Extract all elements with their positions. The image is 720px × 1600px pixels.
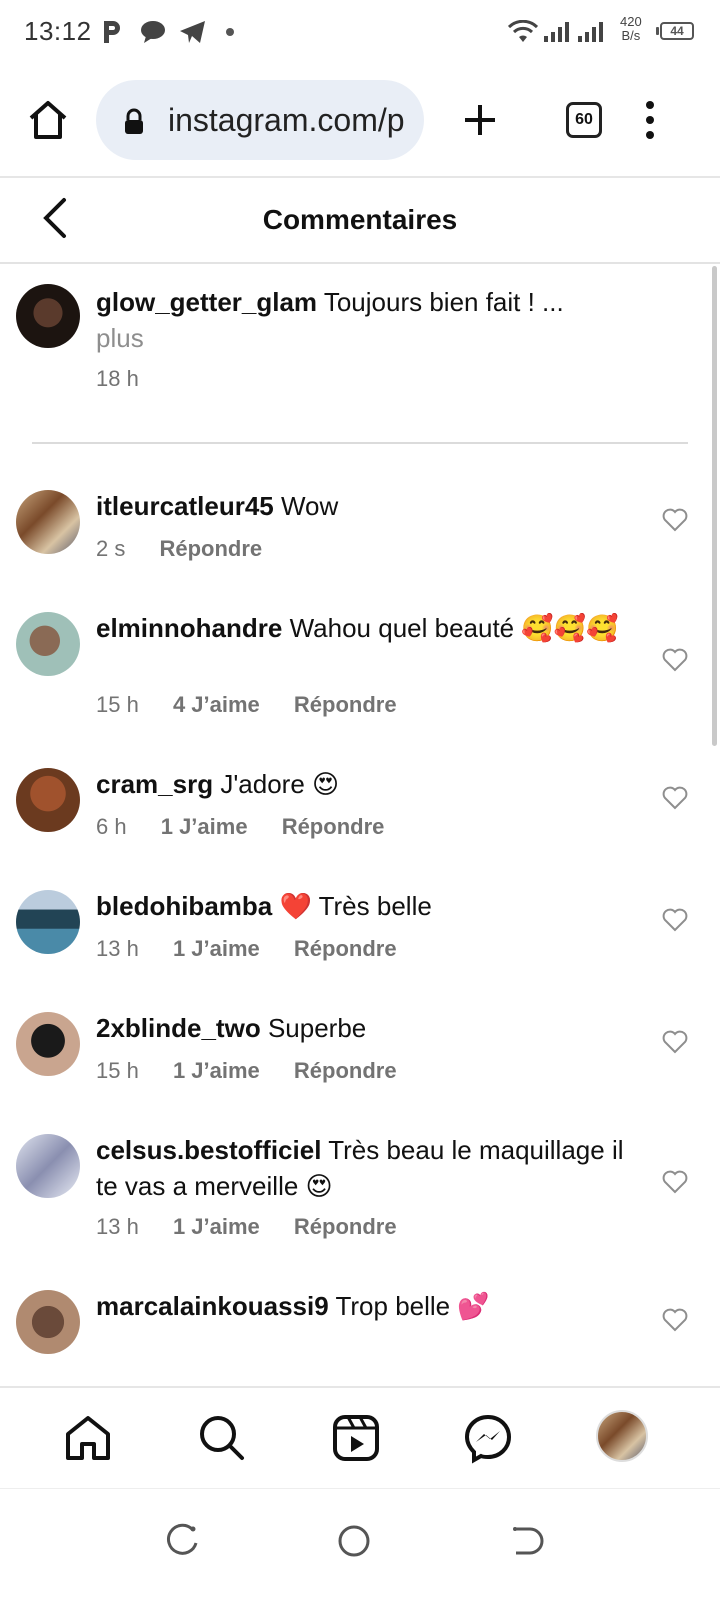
profile-avatar[interactable] [596,1410,648,1462]
avatar[interactable] [16,612,80,676]
username[interactable]: elminnohandre [96,613,282,643]
caption-text: Toujours bien fait ! ... [323,287,564,317]
like-count[interactable]: 1 J’aime [173,1214,260,1240]
username[interactable]: bledohibamba [96,891,272,921]
timestamp: 18 h [96,366,139,391]
comment-text: ❤️ Très belle [279,891,432,921]
scrollbar[interactable] [712,266,717,746]
comments-list[interactable]: glow_getter_glam Toujours bien fait ! ..… [0,266,720,1356]
timestamp: 13 h [96,936,139,961]
reply-button[interactable]: Répondre [294,936,397,962]
chat-icon [141,21,165,43]
home-button-icon[interactable] [334,1521,374,1561]
timestamp: 15 h [96,1058,139,1083]
comment-text: Trop belle 💕 [335,1291,490,1321]
timestamp: 6 h [96,814,127,839]
avatar[interactable] [16,890,80,954]
net-speed-unit: B/s [621,28,641,43]
telegram-icon [180,21,205,43]
username[interactable]: marcalainkouassi9 [96,1291,329,1321]
tab-switcher-button[interactable]: 60 [566,102,602,138]
avatar[interactable] [16,284,80,348]
dot-icon [226,28,234,36]
comment-text: Wahou quel beauté 🥰🥰🥰 [289,613,619,643]
signal-icon [544,22,569,42]
system-navigation [0,1488,720,1600]
back-button-icon[interactable] [506,1521,546,1561]
battery-icon: 44 [656,22,694,40]
wifi-icon [508,20,538,42]
avatar[interactable] [16,1290,80,1354]
like-count[interactable]: 1 J’aime [173,1058,260,1084]
comment-text: J'adore 😍 [220,769,340,799]
like-count[interactable]: 1 J’aime [161,814,248,840]
username[interactable]: celsus.bestofficiel [96,1135,321,1165]
username[interactable]: cram_srg [96,769,213,799]
reply-button[interactable]: Répondre [282,814,385,840]
avatar[interactable] [16,768,80,832]
avatar[interactable] [16,1134,80,1198]
browser-toolbar: instagram.com/p 60 [0,70,720,176]
username[interactable]: 2xblinde_two [96,1013,261,1043]
page-title: Commentaires [262,204,458,235]
clock: 13:12 [24,16,92,46]
avatar[interactable] [16,1012,80,1076]
heart-icon[interactable] [662,1030,688,1054]
timestamp: 2 s [96,536,126,561]
reply-button[interactable]: Répondre [294,1058,397,1084]
divider [32,442,688,444]
reels-icon[interactable] [330,1412,382,1464]
kebab-menu-icon[interactable] [640,98,660,142]
bottom-nav [0,1386,720,1486]
heart-icon[interactable] [662,508,688,532]
new-tab-icon[interactable] [462,102,498,138]
reply-button[interactable]: Répondre [294,1214,397,1240]
heart-icon[interactable] [662,648,688,672]
timestamp: 13 h [96,1214,139,1239]
comments-header: Commentaires [0,178,720,264]
heart-icon[interactable] [662,908,688,932]
p-icon [104,21,120,43]
username[interactable]: glow_getter_glam [96,287,317,317]
url-text[interactable]: instagram.com/p [168,102,408,139]
url-bar[interactable]: instagram.com/p [96,80,424,160]
username[interactable]: itleurcatleur45 [96,491,274,521]
avatar[interactable] [16,490,80,554]
messenger-icon[interactable] [462,1412,514,1464]
like-count[interactable]: 1 J’aime [173,936,260,962]
heart-icon[interactable] [662,1170,688,1194]
comment-text: Superbe [267,1013,367,1043]
heart-icon[interactable] [662,1308,688,1332]
lock-icon [125,108,143,134]
more-link[interactable]: plus [96,320,636,356]
reply-button[interactable]: Répondre [159,536,262,562]
search-icon[interactable] [196,1412,248,1464]
net-speed-value: 420 [620,14,642,29]
status-bar: 13:12 420 B/s 44 [0,0,720,64]
comment-text: Wow [280,491,339,521]
net-speed: 420 B/s [620,15,642,43]
reply-button[interactable]: Répondre [294,692,397,718]
timestamp: 15 h [96,692,139,717]
like-count[interactable]: 4 J’aime [173,692,260,718]
recent-apps-icon[interactable] [162,1521,202,1561]
signal-icon-2 [578,22,603,42]
heart-icon[interactable] [662,786,688,810]
home-icon[interactable] [26,98,70,142]
home-icon[interactable] [62,1412,114,1464]
